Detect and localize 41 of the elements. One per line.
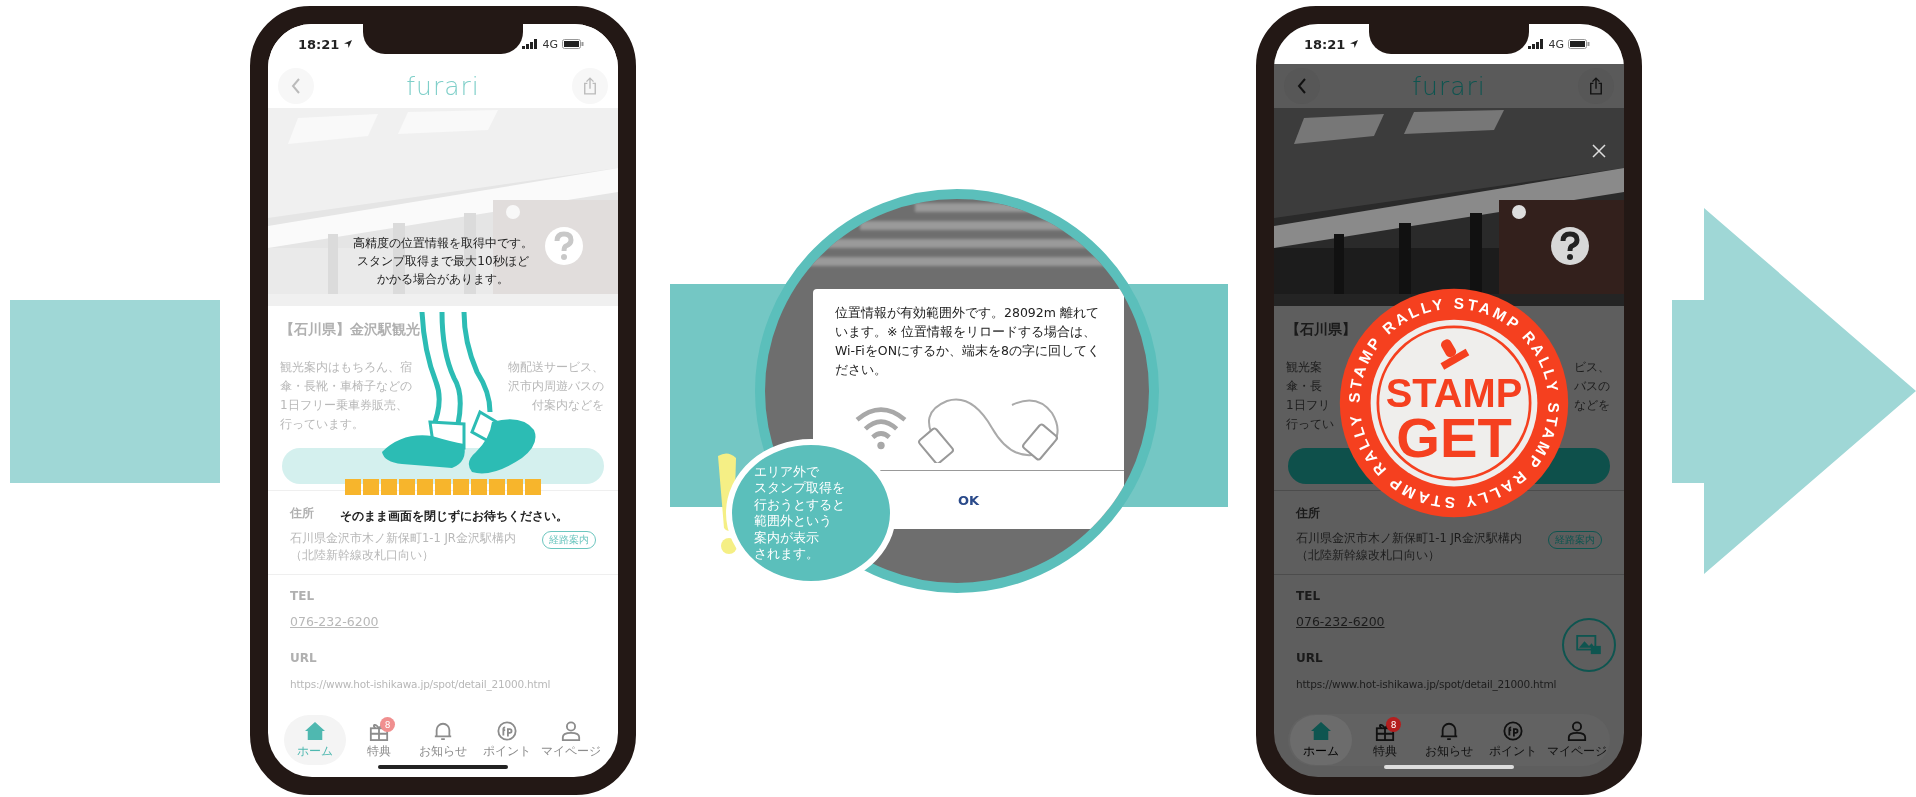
description-text: 付案内などを (532, 397, 604, 414)
callout-text: 案内が表示 (754, 529, 819, 546)
network-label: 4G (1548, 37, 1564, 51)
description-text: 観光案内はもちろん、宿 (280, 359, 412, 376)
count-badge: 8 (380, 717, 395, 732)
address-label: 住所 (1296, 505, 1320, 522)
callout-text: 範囲外という (754, 513, 832, 530)
app-logo: furari (406, 71, 480, 101)
description-text: バスの (1574, 378, 1610, 395)
description-text: 1日フリ (1286, 397, 1330, 414)
app-logo: furari (1412, 71, 1486, 101)
description-text: などを (1574, 397, 1610, 414)
description-text: 沢市内周遊バスの (508, 378, 604, 395)
description-text: ビス、 (1574, 359, 1610, 376)
description-text: 物配送サービス、 (508, 359, 604, 376)
count-badge: 8 (1386, 717, 1401, 732)
spot-title: 【石川県】金沢駅観光 (280, 321, 420, 339)
description-text: 1日フリー乗車券販売、 (280, 397, 408, 414)
loading-message: かかる場合があります。 (377, 271, 509, 288)
tel-label: TEL (290, 589, 315, 603)
url-label: URL (1296, 651, 1323, 665)
loading-message: スタンプ取得まで最大10秒ほど (357, 253, 529, 270)
callout-text: されます。 (754, 546, 819, 563)
tel-label: TEL (1296, 589, 1321, 603)
description-text: 行っています。 (280, 416, 364, 433)
address-label: 住所 (290, 505, 314, 522)
description-text: 傘・長 (1286, 378, 1322, 395)
network-label: 4G (542, 37, 558, 51)
callout-text: エリア外で (754, 463, 819, 480)
description-text: 傘・長靴・車椅子などの (280, 378, 412, 395)
status-time: 18:21 (1304, 36, 1346, 52)
alert-message: 位置情報が有効範囲外です。28092m 離れています。※ 位置情報をリロードする場合は、Wi-FiをONにするか、端末を8の字に回してください。 (834, 304, 1101, 379)
callout-text: 行おうとすると (754, 496, 845, 513)
wait-message: そのまま画面を閉じずにお待ちください。 (340, 508, 568, 525)
callout-text: スタンプ取得を (754, 480, 845, 497)
loading-message: 高精度の位置情報を取得中です。 (353, 235, 533, 252)
status-time: 18:21 (298, 36, 340, 52)
url-label: URL (290, 651, 317, 665)
address-text: 石川県金沢市木ノ新保町1-1 JR金沢駅構内（北陸新幹線改札口向い） (290, 530, 517, 564)
spot-title: 【石川県】 (1286, 321, 1356, 338)
description-text: 観光案 (1286, 359, 1322, 376)
